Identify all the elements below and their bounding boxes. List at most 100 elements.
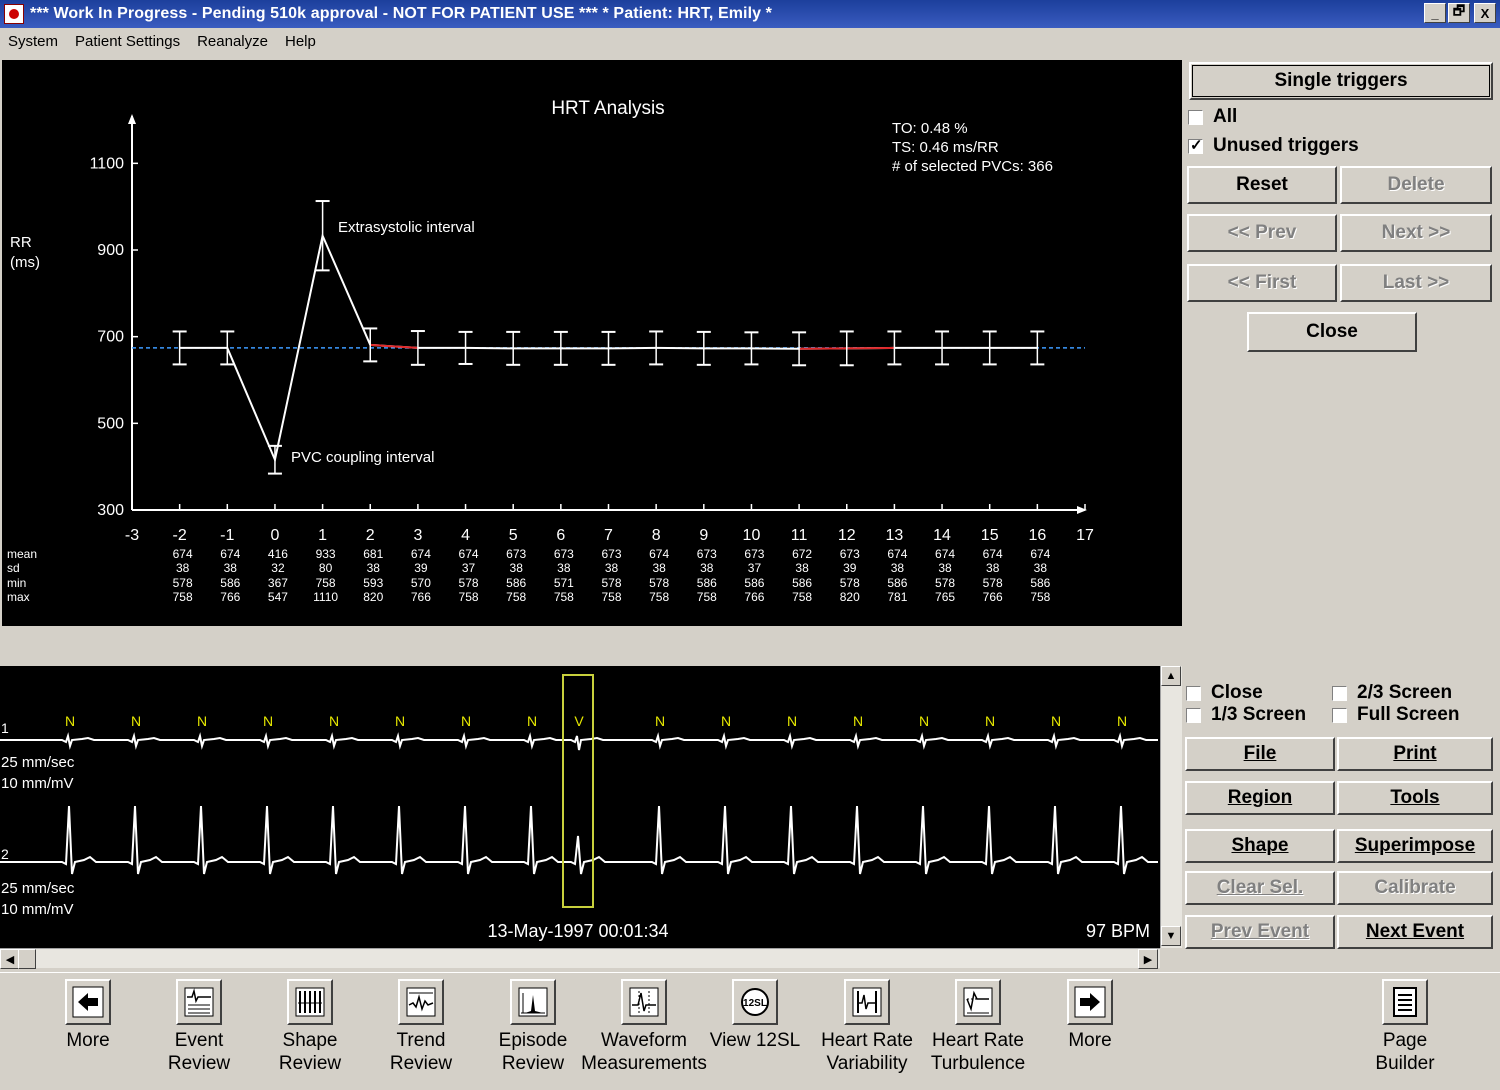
file-button[interactable]: File [1185,737,1335,771]
menu-reanalyze[interactable]: Reanalyze [197,33,277,50]
beat-label[interactable]: N [461,713,471,729]
all-checkbox[interactable]: All [1188,106,1237,128]
prev-trigger-button[interactable]: << Prev [1187,214,1337,252]
beat-label[interactable]: N [329,713,339,729]
region-button[interactable]: Region [1185,781,1335,815]
stat-min-value: 593 [363,576,383,590]
view-12sl-tool[interactable]: 12SL View 12SL [690,979,820,1052]
x-tick-label: -3 [125,527,139,544]
app-icon[interactable] [4,4,24,24]
beat-label[interactable]: N [919,713,929,729]
page-builder-tool[interactable]: Page Builder [1340,979,1470,1075]
superimpose-button[interactable]: Superimpose [1337,829,1493,863]
beat-label[interactable]: N [853,713,863,729]
scroll-right-icon[interactable]: ▶ [1138,949,1158,969]
beat-label[interactable]: N [263,713,273,729]
stat-sd-value: 38 [510,561,524,575]
stat-max-value: 758 [506,590,526,604]
stat-max-value: 766 [744,590,764,604]
hrt-chart-svg: 3005007009001100-3 -2 -1 0 1 2 3 4 5 6 7 8 9 10 11 12 13… [7,98,1094,604]
clear-selection-button[interactable]: Clear Sel. [1185,871,1335,905]
stat-sd-value: 38 [891,561,905,575]
close-triggers-button[interactable]: Close [1247,312,1417,352]
close-window-button[interactable]: X [1474,3,1496,23]
scroll-thumb[interactable] [18,949,36,969]
two-third-screen-checkbox[interactable]: 2/3 Screen [1332,682,1452,704]
last-trigger-button[interactable]: Last >> [1340,264,1492,302]
beat-label[interactable]: N [197,713,207,729]
hrt-analysis-chart: 300 500 700 900 1100 -3 -2 -1 0 1 2 3 4 5 6 7 8 9 10 11 12 13… [2,60,1182,626]
beat-label[interactable]: N [1117,713,1127,729]
scroll-up-icon[interactable]: ▲ [1161,666,1181,686]
reset-button[interactable]: Reset [1187,166,1337,204]
waveform-measurements-label-1: Waveform [601,1030,687,1051]
waveform-measurements-icon[interactable] [621,979,667,1025]
episode-review-icon[interactable] [510,979,556,1025]
event-review-icon[interactable] [176,979,222,1025]
y-axis-arrow [128,114,136,124]
beat-label[interactable]: N [655,713,665,729]
hrv-icon[interactable] [844,979,890,1025]
calibrate-button[interactable]: Calibrate [1337,871,1493,905]
beat-label[interactable]: N [527,713,537,729]
hrt-tool[interactable]: Heart Rate Turbulence [913,979,1043,1075]
menu-patient-settings[interactable]: Patient Settings [75,33,189,50]
beat-label[interactable]: N [721,713,731,729]
x-tick-label: 12 [838,527,856,544]
minimize-button[interactable]: _ [1424,3,1446,23]
full-screen-checkbox[interactable]: Full Screen [1332,704,1459,726]
splitter-band[interactable] [0,628,1183,664]
shape-button[interactable]: Shape [1185,829,1335,863]
selected-beat-highlight[interactable] [562,674,594,908]
shape-review-icon[interactable] [287,979,333,1025]
stat-min-value: 578 [459,576,479,590]
restore-button[interactable]: 🗗 [1448,3,1470,23]
delete-button[interactable]: Delete [1340,166,1492,204]
next-event-button[interactable]: Next Event [1337,915,1493,949]
prev-event-button[interactable]: Prev Event [1185,915,1335,949]
stat-sd-value: 38 [605,561,619,575]
one-third-screen-checkbox[interactable]: 1/3 Screen [1186,704,1306,726]
chart-title: HRT Analysis [551,98,664,119]
beat-label[interactable]: N [131,713,141,729]
unused-triggers-checkbox-box[interactable] [1188,136,1203,154]
view-options-panel: Close 1/3 Screen 2/3 Screen Full Screen … [1183,666,1498,970]
one-third-screen-checkbox-box[interactable] [1186,707,1201,723]
scroll-left-icon[interactable]: ◀ [0,949,20,969]
beat-label[interactable]: N [787,713,797,729]
scroll-down-icon[interactable]: ▼ [1161,926,1181,946]
unused-triggers-checkbox[interactable]: Unused triggers [1188,135,1359,157]
close-view-checkbox-box[interactable] [1186,685,1201,701]
ecg-vertical-scrollbar[interactable]: ▲ ▼ [1160,666,1182,948]
hrt-icon[interactable] [955,979,1001,1025]
beat-label[interactable]: V [574,713,584,729]
first-trigger-button[interactable]: << First [1187,264,1337,302]
x-tick-label: 15 [981,527,999,544]
beat-label[interactable]: N [395,713,405,729]
arrow-right-icon[interactable] [1067,979,1113,1025]
print-button[interactable]: Print [1337,737,1493,771]
all-checkbox-box[interactable] [1188,109,1203,125]
stat-min-value: 586 [1030,576,1050,590]
view-12sl-icon[interactable]: 12SL [732,979,778,1025]
beat-label[interactable]: N [1051,713,1061,729]
single-triggers-button[interactable]: Single triggers [1189,62,1493,100]
menu-system[interactable]: System [8,33,67,50]
page-builder-icon[interactable] [1382,979,1428,1025]
menu-help[interactable]: Help [285,33,325,50]
close-view-checkbox[interactable]: Close [1186,682,1263,704]
tools-button[interactable]: Tools [1337,781,1493,815]
stat-label-min: min [7,576,26,590]
beat-label[interactable]: N [985,713,995,729]
trend-review-icon[interactable] [398,979,444,1025]
next-trigger-button[interactable]: Next >> [1340,214,1492,252]
stat-sd-value: 38 [652,561,666,575]
arrow-left-icon[interactable] [65,979,111,1025]
y-tick-label: 500 [97,415,124,432]
two-third-screen-checkbox-box[interactable] [1332,685,1347,701]
full-screen-checkbox-box[interactable] [1332,707,1347,723]
beat-label[interactable]: N [65,713,75,729]
ecg-horizontal-scrollbar[interactable]: ◀ ▶ [0,948,1160,969]
more-right-tool[interactable]: More [1025,979,1155,1052]
trend-review-tool[interactable]: Trend Review [356,979,486,1075]
